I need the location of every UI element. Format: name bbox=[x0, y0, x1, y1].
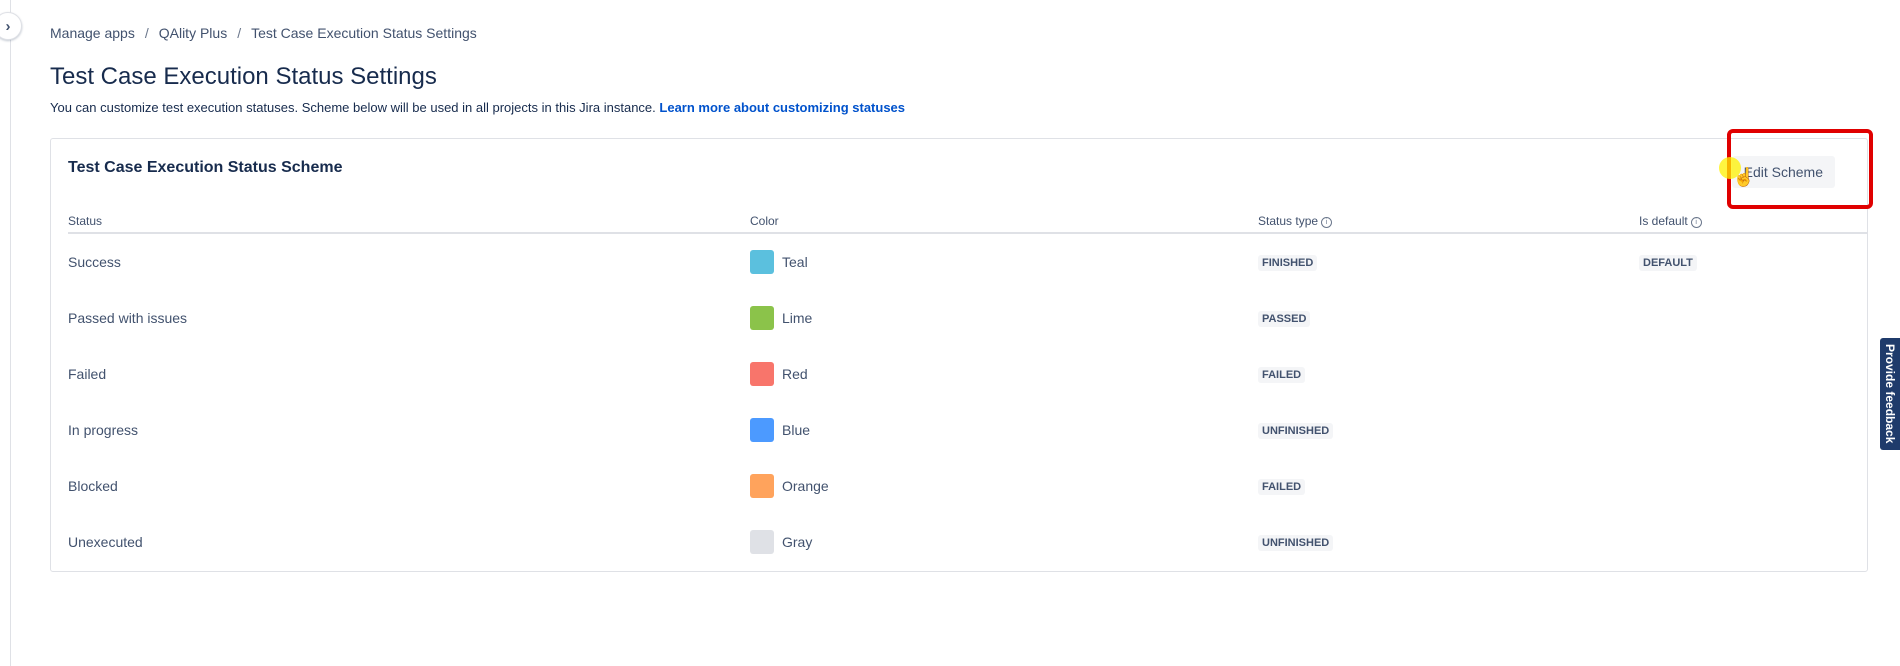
status-type-lozenge: UNFINISHED bbox=[1258, 423, 1334, 439]
color-swatch bbox=[750, 474, 774, 498]
color-swatch bbox=[750, 250, 774, 274]
status-type-lozenge: FAILED bbox=[1258, 479, 1306, 495]
color-name: Red bbox=[782, 366, 808, 382]
table-row: Blocked Orange FAILED bbox=[68, 458, 1868, 514]
learn-more-link[interactable]: Learn more about customizing statuses bbox=[659, 100, 905, 115]
default-lozenge: DEFAULT bbox=[1639, 255, 1697, 271]
color-cell: Red bbox=[750, 346, 1258, 402]
status-table-body: Success Teal FINISHED DEFAULT Passed wit… bbox=[68, 233, 1868, 570]
status-type-lozenge: FINISHED bbox=[1258, 255, 1318, 271]
status-type-cell: UNFINISHED bbox=[1258, 514, 1639, 570]
chevron-right-icon: › bbox=[5, 17, 11, 35]
status-name: Unexecuted bbox=[68, 534, 143, 550]
column-header-is-default: Is default i bbox=[1639, 205, 1868, 234]
feedback-label: Provide feedback bbox=[1883, 344, 1897, 444]
default-cell bbox=[1639, 458, 1868, 514]
page-description: You can customize test execution statuse… bbox=[50, 100, 905, 115]
status-type-cell: FAILED bbox=[1258, 346, 1639, 402]
color-cell: Blue bbox=[750, 402, 1258, 458]
breadcrumb-qality-plus[interactable]: QAlity Plus bbox=[159, 25, 227, 41]
status-type-cell: UNFINISHED bbox=[1258, 402, 1639, 458]
column-header-status: Status bbox=[68, 205, 750, 234]
color-swatch bbox=[750, 306, 774, 330]
status-name: Blocked bbox=[68, 478, 118, 494]
table-row: Passed with issues Lime PASSED bbox=[68, 290, 1868, 346]
scheme-title: Test Case Execution Status Scheme bbox=[68, 159, 343, 176]
info-icon[interactable]: i bbox=[1321, 217, 1333, 228]
color-name: Lime bbox=[782, 310, 813, 326]
status-name: In progress bbox=[68, 422, 139, 438]
left-rail bbox=[0, 0, 11, 666]
page-title: Test Case Execution Status Settings bbox=[50, 63, 437, 90]
breadcrumb-separator: / bbox=[237, 25, 242, 41]
status-type-lozenge: UNFINISHED bbox=[1258, 535, 1334, 551]
color-cell: Gray bbox=[750, 514, 1258, 570]
breadcrumb-separator: / bbox=[144, 25, 149, 41]
column-header-status-type: Status type i bbox=[1258, 205, 1639, 234]
status-scheme-card: Test Case Execution Status Scheme Edit S… bbox=[50, 129, 1873, 572]
color-name: Gray bbox=[782, 534, 813, 550]
status-type-lozenge: PASSED bbox=[1258, 311, 1311, 327]
default-cell bbox=[1639, 290, 1868, 346]
status-name: Passed with issues bbox=[68, 310, 188, 326]
default-cell bbox=[1639, 346, 1868, 402]
breadcrumb-current[interactable]: Test Case Execution Status Settings bbox=[251, 25, 477, 41]
status-name: Success bbox=[68, 254, 121, 270]
default-cell bbox=[1639, 514, 1868, 570]
status-type-lozenge: FAILED bbox=[1258, 367, 1306, 383]
table-row: Failed Red FAILED bbox=[68, 346, 1868, 402]
status-type-cell: FINISHED bbox=[1258, 233, 1639, 290]
provide-feedback-tab[interactable]: Provide feedback bbox=[1880, 338, 1900, 450]
default-cell: DEFAULT bbox=[1639, 233, 1868, 290]
default-cell bbox=[1639, 402, 1868, 458]
status-name: Failed bbox=[68, 366, 107, 382]
color-swatch bbox=[750, 530, 774, 554]
column-header-color: Color bbox=[750, 205, 1258, 234]
table-row: In progress Blue UNFINISHED bbox=[68, 402, 1868, 458]
status-type-cell: FAILED bbox=[1258, 458, 1639, 514]
status-table: Status Color Status type i Is default i Su… bbox=[68, 205, 1868, 570]
table-row: Unexecuted Gray UNFINISHED bbox=[68, 514, 1868, 570]
breadcrumb: Manage apps / QAlity Plus / Test Case Execut… bbox=[50, 25, 477, 41]
color-cell: Teal bbox=[750, 233, 1258, 290]
table-row: Success Teal FINISHED DEFAULT bbox=[68, 233, 1868, 290]
color-swatch bbox=[750, 418, 774, 442]
edit-scheme-button[interactable]: Edit Scheme bbox=[1731, 156, 1835, 188]
color-swatch bbox=[750, 362, 774, 386]
description-text: You can customize test execution statuse… bbox=[50, 100, 656, 115]
sidebar-expand-button[interactable]: › bbox=[0, 12, 22, 40]
breadcrumb-manage-apps[interactable]: Manage apps bbox=[50, 25, 135, 41]
status-type-cell: PASSED bbox=[1258, 290, 1639, 346]
color-name: Blue bbox=[782, 422, 811, 438]
color-cell: Orange bbox=[750, 458, 1258, 514]
color-name: Orange bbox=[782, 478, 829, 494]
color-name: Teal bbox=[782, 254, 808, 270]
color-cell: Lime bbox=[750, 290, 1258, 346]
info-icon[interactable]: i bbox=[1690, 217, 1702, 228]
